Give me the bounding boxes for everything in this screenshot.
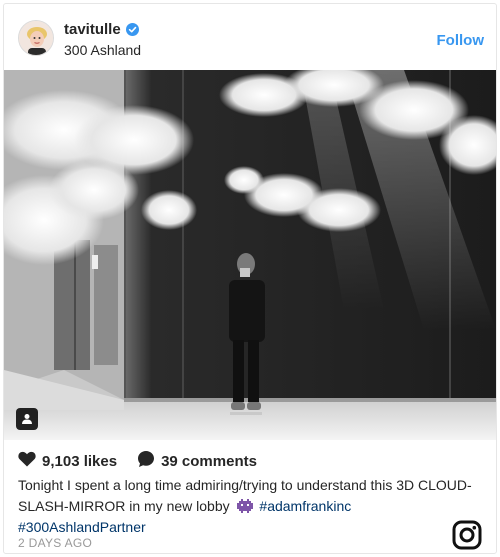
follow-button[interactable]: Follow [437, 32, 485, 49]
post-caption: Tonight I spent a long time admiring/try… [18, 475, 488, 538]
username[interactable]: tavitulle [64, 21, 121, 38]
instagram-embed-card: tavitulle 300 Ashland Follow 9,103 likes… [3, 3, 497, 554]
comment-bubble-icon[interactable] [137, 450, 155, 473]
hashtag-link[interactable]: #300AshlandPartner [18, 519, 146, 535]
avatar[interactable] [18, 20, 54, 56]
instagram-logo-icon[interactable] [452, 520, 482, 550]
alien-monster-emoji [236, 498, 254, 513]
location-link[interactable]: 300 Ashland [64, 42, 141, 58]
heart-icon[interactable] [18, 451, 36, 472]
hashtag-link[interactable]: #adamfrankinc [259, 498, 351, 514]
engagement-bar: 9,103 likes 39 comments [18, 450, 271, 473]
post-header: tavitulle 300 Ashland Follow [4, 4, 496, 70]
post-photo[interactable] [4, 70, 496, 440]
comments-count[interactable]: 39 comments [161, 453, 257, 470]
user-tag-icon[interactable] [16, 408, 38, 430]
verified-badge-icon [125, 23, 139, 36]
likes-count[interactable]: 9,103 likes [42, 453, 117, 470]
post-timestamp[interactable]: 2 DAYS AGO [18, 536, 92, 550]
